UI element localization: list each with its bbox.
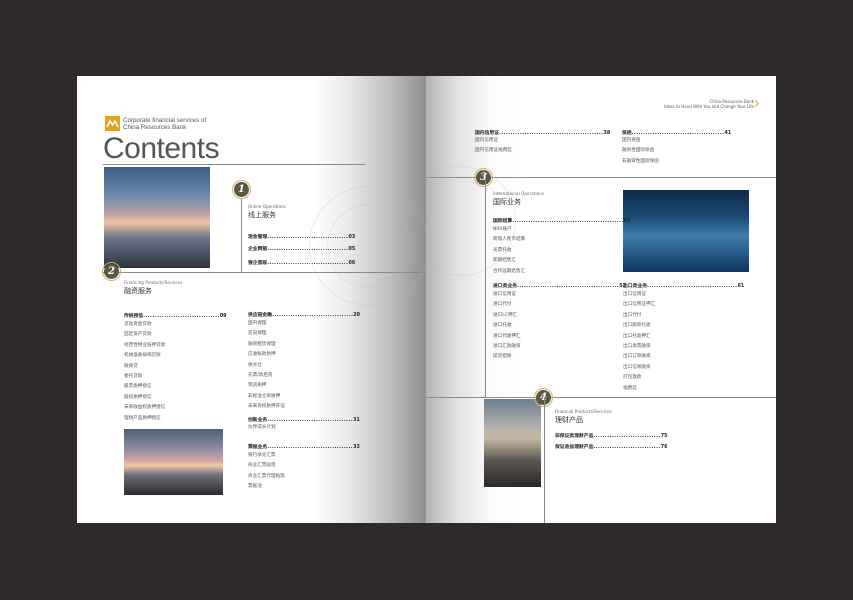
section-divider-h xyxy=(426,397,776,398)
toc-entry-bills[interactable]: 票据业务....................................… xyxy=(248,443,360,450)
list-item: 融资租赁保理 xyxy=(248,341,276,347)
list-item: 进口托收 xyxy=(493,323,512,329)
list-item: 股票质押授信 xyxy=(124,384,152,390)
list-item: 打包放款 xyxy=(623,375,642,381)
list-item: 经营性物业抵押贷款 xyxy=(124,342,166,348)
list-item: 国内信用证 xyxy=(475,138,498,143)
section-1-badge: 1 xyxy=(232,180,251,199)
list-item: 出口信用证 xyxy=(623,292,646,297)
list-item: 非标准仓单质押 xyxy=(248,393,281,399)
list-item: 非融资性国际保函 xyxy=(622,158,659,164)
list-item: 商业汇票贴现 xyxy=(248,463,276,469)
list-item: 反向保理 xyxy=(248,331,267,337)
section-1-en-title: Online Operations xyxy=(248,204,286,209)
list-item: 固定资产贷款 xyxy=(124,332,152,338)
stacked-stones-photo xyxy=(484,399,541,487)
innovation-list: 伙伴成长计划 xyxy=(248,423,276,433)
left-page: Corporate financial services of China Re… xyxy=(77,76,426,523)
list-item: 股权质押授信 xyxy=(124,394,152,400)
list-item: 提货担保 xyxy=(493,354,512,360)
list-item: 保兑仓 xyxy=(248,362,262,368)
bank-logo-icon xyxy=(105,116,120,131)
domestic-lc-list: 国内信用证 国内信用证福费廷 xyxy=(475,136,512,157)
list-item: 出口订单融资 xyxy=(623,354,651,360)
list-item: 进口汇款融资 xyxy=(493,344,521,350)
list-item: 银行承兑汇票 xyxy=(248,453,276,458)
list-item: 进口代付 xyxy=(493,302,512,308)
brochure-spread: Corporate financial services of China Re… xyxy=(77,76,776,523)
toc-entry-non-guaranteed-wealth[interactable]: 非保证类理财产品.............................75 xyxy=(555,432,667,439)
corner-brand-line-2: Ideas to Hand With You and Change Your L… xyxy=(664,104,754,109)
toc-entry-traditional-credit[interactable]: 传统授信.................................09 xyxy=(124,312,227,319)
list-item: 福费廷 xyxy=(623,385,637,391)
list-item: 现货质押 xyxy=(248,383,267,389)
list-item: 票据池 xyxy=(248,484,262,490)
traditional-credit-list: 流动资金贷款 固定资产贷款 经营性物业抵押贷款 机械设备按揭贷款 联保贷 委托贷… xyxy=(124,320,165,424)
list-item: 未来收益权质押授信 xyxy=(124,405,166,411)
section-4-cn-title: 理财产品 xyxy=(555,416,583,424)
list-item: 委托贷款 xyxy=(124,374,143,380)
section-divider-v xyxy=(544,397,545,523)
list-item: 进口信用证 xyxy=(493,292,516,297)
export-list: 出口信用证 出口信用证押汇 出口代付 出口跟单托收 出口托收押汇 出口发票融资 … xyxy=(623,290,655,394)
toc-entry-guaranteed-wealth[interactable]: 保证收益理财产品.............................76 xyxy=(555,443,667,450)
toc-entry-guarantee[interactable]: 保函......................................… xyxy=(622,129,731,136)
brand-line-2: China Resources Bank xyxy=(123,124,187,131)
toc-entry-import[interactable]: 进口类业务...................................… xyxy=(493,282,626,289)
list-item: 理财产品质押授信 xyxy=(124,415,161,421)
list-item: 应收账款质押 xyxy=(248,352,276,358)
list-item: 国内保函 xyxy=(622,138,641,143)
right-page: China Resources Bank Ideas to Hand With … xyxy=(426,76,776,523)
corner-brand: China Resources Bank Ideas to Hand With … xyxy=(664,99,754,109)
list-item: 合作远期结售汇 xyxy=(493,268,526,274)
toc-entry-innovation[interactable]: 创新业务....................................… xyxy=(248,416,360,423)
list-item: 未来货权质押开证 xyxy=(248,404,285,410)
list-item: 出口跟单托收 xyxy=(623,323,651,329)
list-item: 出口信用证押汇 xyxy=(623,302,656,308)
section-divider-v xyxy=(241,199,242,272)
seascape-photo xyxy=(104,167,210,268)
section-2-en-title: Financing Products/Services xyxy=(124,280,183,285)
list-item: 流动资金贷款 xyxy=(124,322,152,327)
ocean-wave-photo xyxy=(623,190,749,272)
list-item: 伙伴成长计划 xyxy=(248,425,276,430)
list-item: 先票/款后货 xyxy=(248,373,273,379)
list-item: 商业汇票代理贴现 xyxy=(248,473,285,479)
toc-entry-supply-chain[interactable]: 供应链金融...................................… xyxy=(248,311,360,318)
title-rule xyxy=(103,164,365,165)
list-item: 联保贷 xyxy=(124,363,138,369)
guarantee-list: 国内保函 融资性国际保函 非融资性国际保函 xyxy=(622,136,659,167)
toc-entry-export[interactable]: 出口类业务...................................… xyxy=(623,282,744,289)
list-item: 进口代收押汇 xyxy=(493,333,521,339)
list-item: 机械设备按揭贷款 xyxy=(124,353,161,359)
section-2-badge: 2 xyxy=(102,262,121,281)
list-item: 出口信保融资 xyxy=(623,364,651,370)
list-item: 融资性国际保函 xyxy=(622,148,655,154)
supply-chain-list: 国内保理 反向保理 融资租赁保理 应收账款质押 保兑仓 先票/款后货 现货质押 … xyxy=(248,319,285,413)
toc-entry-domestic-lc[interactable]: 国内信用证...................................… xyxy=(475,129,610,136)
list-item: 出口代付 xyxy=(623,312,642,318)
section-4-en-title: Financial Products/Services xyxy=(555,409,612,414)
list-item: 国内信用证福费廷 xyxy=(475,148,512,154)
list-item: 国内保理 xyxy=(248,321,267,326)
bills-list: 银行承兑汇票 商业汇票贴现 商业汇票代理贴现 票据池 xyxy=(248,451,285,493)
page-title: Contents xyxy=(103,132,220,165)
section-2-cn-title: 融资服务 xyxy=(124,287,152,295)
import-list: 进口信用证 进口代付 进口LC押汇 进口托收 进口代收押汇 进口汇款融资 提货担… xyxy=(493,290,521,363)
list-item: 进口LC押汇 xyxy=(493,312,518,318)
list-item: 出口发票融资 xyxy=(623,344,651,350)
list-item: 出口托收押汇 xyxy=(623,333,651,339)
section-1-cn-title: 线上服务 xyxy=(248,211,276,219)
coast-sunset-photo xyxy=(124,429,223,495)
decorative-swirl xyxy=(327,204,411,288)
